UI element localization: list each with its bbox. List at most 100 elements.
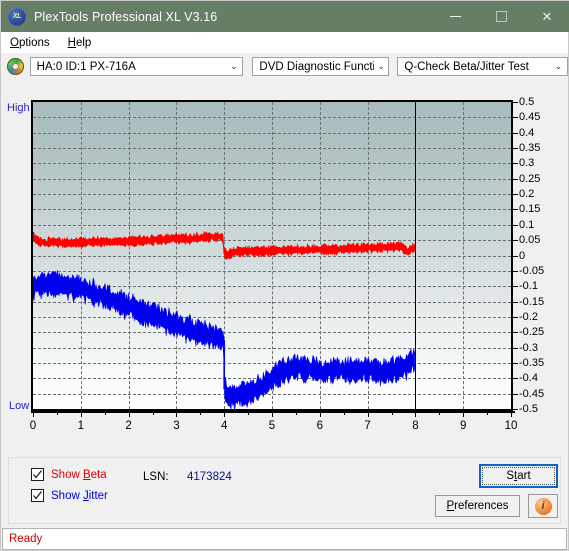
y-axis-tick-label: 0.2 xyxy=(519,188,535,201)
x-axis-tick-label: 4 xyxy=(220,420,228,432)
test-select[interactable]: Q-Check Beta/Jitter Test ⌄ xyxy=(397,57,569,76)
drive-select[interactable]: HA:0 ID:1 PX-716A ⌄ xyxy=(29,57,244,76)
y-axis-tick-mark xyxy=(513,347,518,349)
close-icon[interactable]: ✕ xyxy=(524,1,569,32)
trace-layer xyxy=(33,230,415,409)
y-axis-tick-mark xyxy=(513,255,518,257)
trace-beta xyxy=(33,230,415,260)
y-axis-tick-label: 0.15 xyxy=(519,203,541,216)
menu-bar: Options Help xyxy=(1,32,568,53)
y-axis-tick-label: 0.1 xyxy=(519,218,535,231)
axis-label-high: High xyxy=(7,102,30,114)
plot-area xyxy=(31,100,513,411)
controls-panel: Show Beta Show Jitter LSN: 4173824 Start… xyxy=(8,457,561,524)
x-axis-line xyxy=(31,411,515,413)
y-axis-tick-mark xyxy=(513,316,518,318)
y-axis-tick-label: 0.45 xyxy=(519,111,541,124)
y-axis-tick-mark xyxy=(513,301,518,303)
y-axis-tick-label: 0.05 xyxy=(519,234,541,247)
window-title: PlexTools Professional XL V3.16 xyxy=(34,9,218,24)
focus-ring xyxy=(482,467,555,485)
y-axis-tick-label: -0.1 xyxy=(519,280,538,293)
show-beta-checkbox[interactable] xyxy=(31,468,44,481)
x-axis-tick-label: 7 xyxy=(364,420,371,432)
y-axis-tick-label: -0.4 xyxy=(519,372,538,385)
y-axis-tick-mark xyxy=(513,209,518,211)
preferences-button[interactable]: Preferences xyxy=(435,495,520,517)
data-end-line xyxy=(415,102,417,409)
y-axis-tick-mark xyxy=(513,240,518,242)
y-axis-tick-label: 0 xyxy=(519,249,526,262)
y-axis-tick-label: -0.35 xyxy=(519,356,545,369)
y-axis-tick-label: 0.3 xyxy=(519,157,535,170)
y-axis-tick-label: -0.2 xyxy=(519,310,538,323)
y-axis-tick-mark xyxy=(513,117,518,119)
lsn-label: LSN: xyxy=(143,471,169,483)
show-jitter-row[interactable]: Show Jitter xyxy=(31,489,108,502)
title-bar: XL PlexTools Professional XL V3.16 ✕ xyxy=(1,1,569,32)
y-axis-tick-mark xyxy=(513,332,518,334)
preferences-button-label: Preferences xyxy=(446,500,509,512)
app-logo-icon: XL xyxy=(8,7,26,26)
y-axis-tick-mark xyxy=(513,409,518,410)
lsn-value: 4173824 xyxy=(187,471,232,483)
maximize-icon[interactable] xyxy=(478,1,524,32)
y-axis-tick-mark xyxy=(513,270,518,272)
window-controls: ✕ xyxy=(432,1,569,32)
x-axis-tick-label: 5 xyxy=(268,420,276,432)
optical-disc-icon xyxy=(7,58,24,75)
y-axis-tick-mark xyxy=(513,148,518,150)
x-axis-tick-label: 6 xyxy=(316,420,323,432)
chevron-down-icon: ⌄ xyxy=(377,61,385,71)
info-button[interactable]: i xyxy=(528,494,558,518)
show-beta-row[interactable]: Show Beta xyxy=(31,468,107,481)
start-button[interactable]: Start xyxy=(479,464,558,488)
y-axis-tick-label: 0.4 xyxy=(519,126,535,139)
y-axis-tick-mark xyxy=(513,132,518,134)
y-axis-tick-mark xyxy=(513,362,518,364)
y-axis-tick-label: 0.35 xyxy=(519,142,541,155)
show-jitter-checkbox[interactable] xyxy=(31,489,44,502)
y-axis-tick-label: -0.45 xyxy=(519,387,545,400)
info-icon: i xyxy=(534,497,552,515)
drive-select-value: HA:0 ID:1 PX-716A xyxy=(36,60,136,73)
y-axis-tick-label: -0.3 xyxy=(519,341,538,354)
x-axis-tick-label: 10 xyxy=(504,420,518,432)
chevron-down-icon: ⌄ xyxy=(554,61,563,71)
minimize-icon[interactable] xyxy=(432,1,478,32)
y-axis-tick-label: -0.05 xyxy=(519,264,545,277)
x-axis-tick-label: 2 xyxy=(125,420,132,432)
y-axis-tick-label: 0.5 xyxy=(519,96,535,108)
x-axis-tick-label: 1 xyxy=(77,420,84,432)
x-axis-tick-label: 0 xyxy=(29,420,37,432)
x-axis-tick-label: 9 xyxy=(459,420,467,432)
show-jitter-label: Show Jitter xyxy=(51,489,108,502)
y-axis-tick-label: -0.5 xyxy=(519,403,538,415)
chevron-down-icon: ⌄ xyxy=(230,61,238,71)
plextools-window: XL PlexTools Professional XL V3.16 ✕ Opt… xyxy=(0,0,569,551)
y-axis-tick-mark xyxy=(513,102,518,103)
x-axis-tick-label: 8 xyxy=(412,420,419,432)
test-select-value: Q-Check Beta/Jitter Test xyxy=(404,60,529,73)
status-text: Ready xyxy=(9,533,43,545)
y-axis-tick-mark xyxy=(513,194,518,196)
x-axis-tick-label: 3 xyxy=(173,420,180,432)
show-beta-label: Show Beta xyxy=(51,468,107,481)
y-axis-tick-mark xyxy=(513,178,518,180)
y-axis-tick-mark xyxy=(513,224,518,226)
y-axis-tick-mark xyxy=(513,286,518,288)
status-bar: Ready xyxy=(2,528,567,550)
axis-label-low: Low xyxy=(9,400,30,412)
y-axis-tick-label: -0.25 xyxy=(519,326,545,339)
menu-item-help[interactable]: Help xyxy=(59,35,101,51)
y-axis-tick-mark xyxy=(513,163,518,165)
y-axis-tick-mark xyxy=(513,393,518,395)
function-select[interactable]: DVD Diagnostic Functions ⌄ xyxy=(252,57,390,76)
menu-item-options[interactable]: Options xyxy=(1,35,59,51)
function-select-value: DVD Diagnostic Functions xyxy=(259,60,374,73)
chart-panel: High Low 0.5 0.45 0.4 0.35 0.3 0.25 0.2 0.15 0.1… xyxy=(2,81,567,453)
y-axis-tick-label: -0.15 xyxy=(519,295,545,308)
selector-toolbar: HA:0 ID:1 PX-716A ⌄ DVD Diagnostic Funct… xyxy=(1,53,569,80)
y-axis-tick-mark xyxy=(513,378,518,380)
y-axis-tick-label: 0.25 xyxy=(519,172,541,185)
